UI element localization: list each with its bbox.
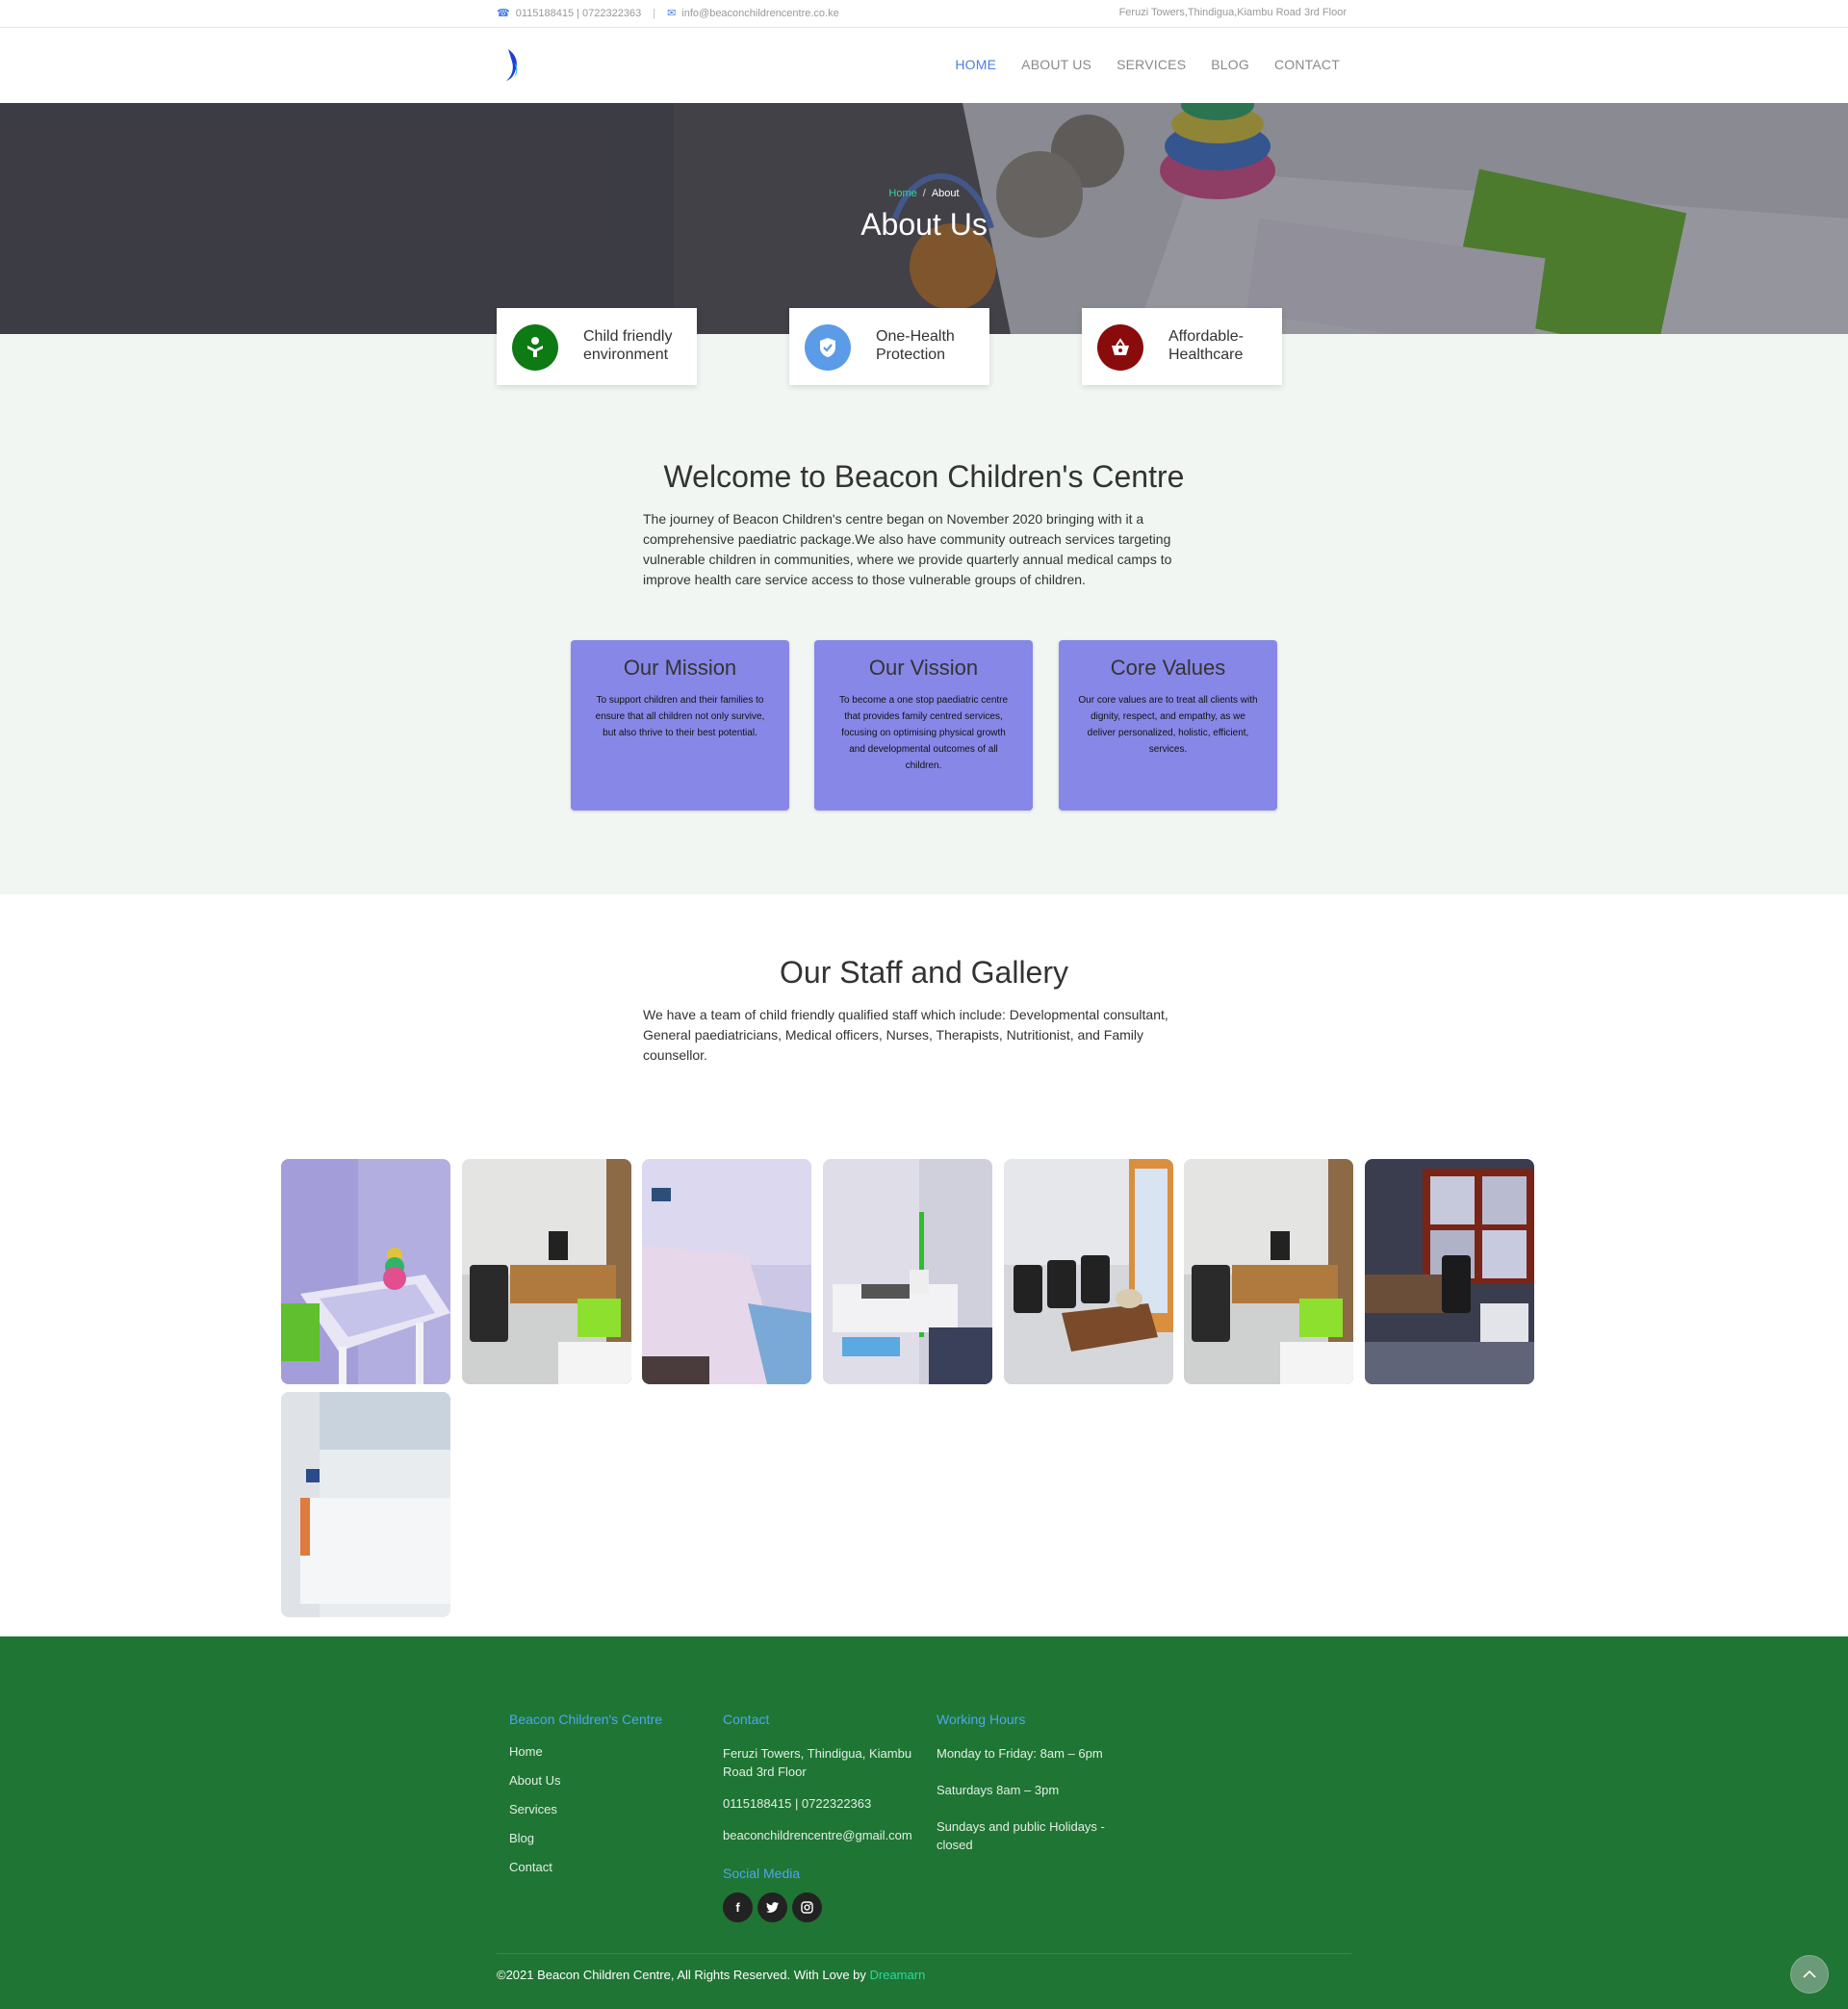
chevron-up-icon [1803, 1966, 1816, 1983]
hours-saturday: Saturdays 8am – 3pm [937, 1783, 1060, 1797]
footer-contact-column: Contact Feruzi Towers, Thindigua, Kiambu… [723, 1712, 915, 1922]
top-separator: | [653, 7, 656, 19]
gallery-image[interactable] [1365, 1159, 1534, 1384]
gallery-image[interactable] [281, 1392, 450, 1617]
gallery-image[interactable] [642, 1159, 811, 1384]
nav-home[interactable]: HOME [955, 57, 996, 72]
gallery-image[interactable] [281, 1159, 450, 1384]
footer-link-about[interactable]: About Us [509, 1773, 662, 1788]
back-to-top-button[interactable] [1790, 1955, 1829, 1994]
footer-link-home[interactable]: Home [509, 1744, 662, 1759]
hero-banner: Home / About About Us [0, 103, 1848, 334]
gallery-image[interactable] [462, 1159, 631, 1384]
core-values-title: Core Values [1110, 656, 1226, 680]
breadcrumb-separator: / [922, 188, 926, 199]
nav-services[interactable]: SERVICES [1116, 57, 1186, 72]
feature-label-line1: One-Health [876, 328, 955, 345]
gallery-image[interactable] [823, 1159, 992, 1384]
feature-label-line2: Protection [876, 347, 946, 363]
feature-card-one-health: One-Health Protection [789, 308, 989, 385]
footer-email[interactable]: beaconchildrencentre@gmail.com [723, 1826, 915, 1844]
mission-card: Our Mission To support children and thei… [571, 640, 789, 811]
feature-label-line2: Healthcare [1168, 347, 1244, 363]
footer-social-title: Social Media [723, 1866, 801, 1881]
footer-hours-column: Working Hours Monday to Friday: 8am – 6p… [937, 1712, 1119, 1867]
footer-brand-title: Beacon Children's Centre [509, 1712, 663, 1727]
basket-icon [1097, 324, 1143, 371]
credit-link[interactable]: Dreamarn [870, 1968, 926, 1982]
hours-weekdays: Monday to Friday: 8am – 6pm [937, 1746, 1103, 1761]
gallery-image[interactable] [1184, 1159, 1353, 1384]
top-info-bar: ☎ 0115188415 | 0722322363 | ✉ info@beaco… [0, 0, 1848, 28]
footer-divider [497, 1953, 1351, 1954]
top-address: Feruzi Towers,Thindigua,Kiambu Road 3rd … [1118, 7, 1347, 18]
footer-phones: 0115188415 | 0722322363 [723, 1796, 872, 1811]
nav-about[interactable]: ABOUT US [1021, 57, 1091, 72]
nav-contact[interactable]: CONTACT [1274, 57, 1340, 72]
instagram-icon[interactable] [792, 1893, 822, 1922]
nav-menu: HOME ABOUT US SERVICES BLOG CONTACT [955, 57, 1340, 72]
footer-contact-title: Contact [723, 1712, 770, 1727]
mission-text: To support children and their families t… [595, 695, 765, 738]
main-navbar: HOME ABOUT US SERVICES BLOG CONTACT [0, 28, 1848, 103]
vision-title: Our Vission [868, 656, 979, 680]
staff-heading: Our Staff and Gallery [780, 955, 1068, 990]
gallery-image[interactable] [1004, 1159, 1173, 1384]
nav-blog[interactable]: BLOG [1211, 57, 1249, 72]
vision-text: To become a one stop paediatric centre t… [838, 695, 1009, 771]
feature-label-line1: Affordable- [1168, 328, 1244, 345]
feature-label-line1: Child friendly [583, 328, 673, 345]
shield-icon [805, 324, 851, 371]
social-links: f [723, 1893, 915, 1922]
mission-title: Our Mission [623, 656, 737, 680]
copyright-label: ©2021 Beacon Children Centre, All Rights… [497, 1968, 870, 1982]
core-values-text: Our core values are to treat all clients… [1078, 695, 1258, 755]
breadcrumb: Home / About [0, 188, 1848, 199]
child-icon [512, 324, 558, 371]
feature-card-child-friendly: Child friendly environment [497, 308, 697, 385]
mail-icon: ✉ [667, 8, 677, 19]
top-contact: ☎ 0115188415 | 0722322363 | ✉ info@beaco… [497, 7, 839, 20]
footer-link-services[interactable]: Services [509, 1802, 662, 1816]
page-title: About Us [860, 207, 988, 242]
vision-card: Our Vission To become a one stop paediat… [814, 640, 1033, 811]
breadcrumb-home[interactable]: Home [888, 188, 916, 199]
facebook-icon[interactable]: f [723, 1893, 753, 1922]
staff-paragraph: We have a team of child friendly qualifi… [643, 1007, 1168, 1063]
footer-address: Feruzi Towers, Thindigua, Kiambu Road 3r… [723, 1746, 912, 1779]
top-email[interactable]: info@beaconchildrencentre.co.ke [681, 8, 838, 19]
footer-link-contact[interactable]: Contact [509, 1860, 662, 1874]
footer-links-column: Beacon Children's Centre Home About Us S… [509, 1712, 662, 1889]
breadcrumb-current: About [931, 188, 960, 199]
twitter-icon[interactable] [757, 1893, 787, 1922]
hours-sunday: Sundays and public Holidays - closed [937, 1819, 1105, 1852]
copyright-text: ©2021 Beacon Children Centre, All Rights… [497, 1968, 925, 1982]
core-values-card: Core Values Our core values are to treat… [1059, 640, 1277, 811]
welcome-heading: Welcome to Beacon Children's Centre [663, 459, 1185, 494]
site-logo[interactable] [502, 45, 527, 84]
welcome-paragraph: The journey of Beacon Children's centre … [643, 511, 1172, 587]
phone-icon: ☎ [497, 8, 510, 19]
footer-hours-title: Working Hours [937, 1712, 1026, 1727]
top-phones: 0115188415 | 0722322363 [515, 7, 642, 19]
footer-link-blog[interactable]: Blog [509, 1831, 662, 1845]
feature-card-affordable: Affordable- Healthcare [1082, 308, 1282, 385]
feature-label-line2: environment [583, 347, 669, 363]
